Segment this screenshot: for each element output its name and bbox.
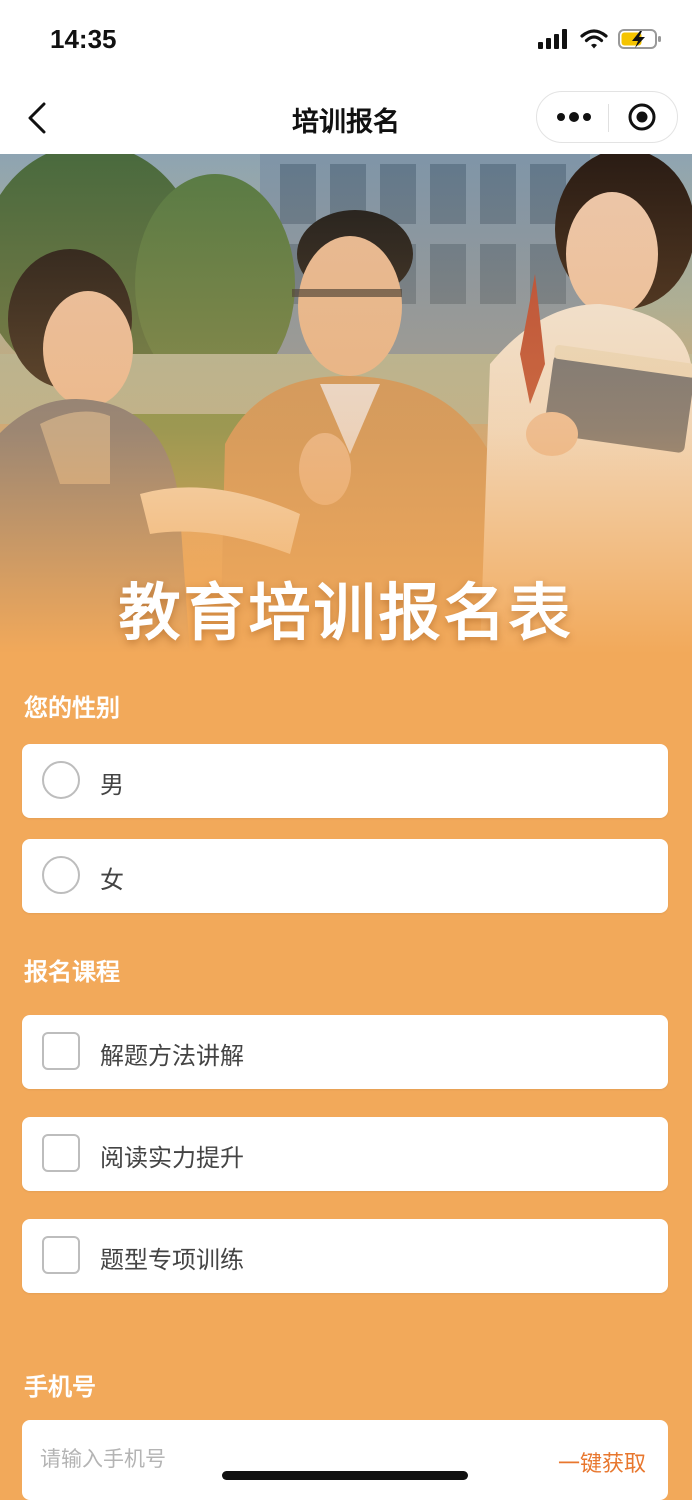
option-label: 解题方法讲解	[100, 1042, 244, 1070]
menu-capsule	[536, 91, 678, 143]
course-option-question-types[interactable]: 题型专项训练	[22, 1219, 668, 1293]
radio-button[interactable]	[42, 856, 80, 894]
gender-label: 您的性别	[24, 694, 120, 722]
option-label: 男	[100, 771, 124, 799]
hero-title: 教育培训报名表	[118, 576, 574, 649]
radio-button[interactable]	[42, 761, 80, 799]
option-label: 题型专项训练	[100, 1246, 244, 1274]
phone-field: 一键获取	[22, 1420, 668, 1500]
close-miniprogram-icon[interactable]	[627, 102, 657, 132]
nav-bar: 培训报名	[0, 82, 692, 154]
gender-option-female[interactable]: 女	[22, 839, 668, 913]
wifi-icon	[580, 29, 608, 49]
hero-banner: 教育培训报名表	[0, 154, 692, 654]
option-label: 阅读实力提升	[100, 1144, 244, 1172]
signal-icon	[538, 29, 567, 49]
checkbox[interactable]	[42, 1236, 80, 1274]
status-bar: 14:35	[0, 0, 692, 82]
status-icons	[538, 28, 662, 50]
courses-label: 报名课程	[24, 958, 120, 986]
battery-icon	[618, 29, 661, 49]
capsule-divider	[608, 104, 609, 132]
option-label: 女	[100, 866, 124, 894]
more-icon[interactable]	[555, 106, 595, 128]
course-option-problem-solving[interactable]: 解题方法讲解	[22, 1015, 668, 1089]
status-time: 14:35	[50, 24, 117, 54]
home-indicator	[222, 1471, 468, 1480]
checkbox[interactable]	[42, 1032, 80, 1070]
course-option-reading[interactable]: 阅读实力提升	[22, 1117, 668, 1191]
quick-fill-phone-button[interactable]: 一键获取	[558, 1446, 646, 1478]
checkbox[interactable]	[42, 1134, 80, 1172]
gender-option-male[interactable]: 男	[22, 744, 668, 818]
phone-label: 手机号	[24, 1373, 96, 1401]
